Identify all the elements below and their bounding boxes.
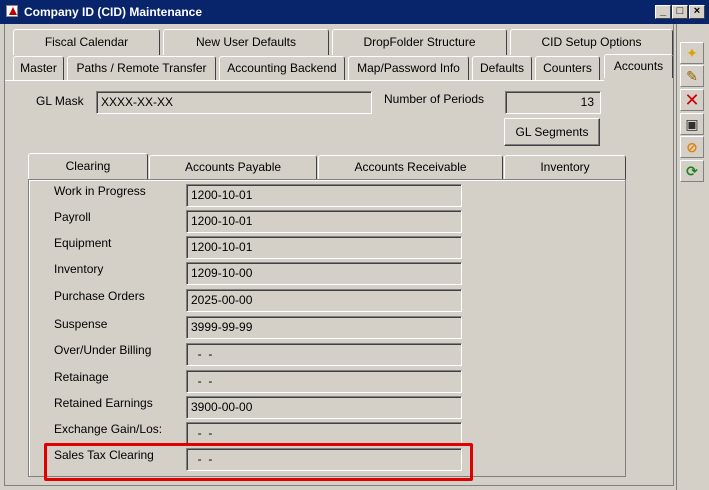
tab-clearing[interactable]: Clearing <box>28 153 148 181</box>
clearing-label: Equipment <box>54 236 112 250</box>
inventory-field[interactable]: 1209-10-00 <box>186 262 462 285</box>
edit-icon: ✎ <box>686 68 698 84</box>
over-under-billing-field[interactable]: - - <box>186 343 462 366</box>
clearing-label: Payroll <box>54 210 91 224</box>
retained-earnings-field[interactable]: 3900-00-00 <box>186 396 462 419</box>
tab-accounts-payable[interactable]: Accounts Payable <box>149 155 317 179</box>
tab-dropfolder-structure[interactable]: DropFolder Structure <box>332 29 507 55</box>
purchase-orders-field[interactable]: 2025-00-00 <box>186 289 462 312</box>
tab-map-password-info[interactable]: Map/Password Info <box>348 56 469 80</box>
clearing-label: Work in Progress <box>54 184 146 198</box>
delete-button[interactable]: ✕ <box>680 89 704 111</box>
maximize-button[interactable]: □ <box>672 5 688 19</box>
tab-inventory[interactable]: Inventory <box>504 155 626 179</box>
suspense-field[interactable]: 3999-99-99 <box>186 316 462 339</box>
gl-mask-label: GL Mask <box>36 94 84 108</box>
tab-accounts-receivable[interactable]: Accounts Receivable <box>318 155 503 179</box>
clearing-label: Purchase Orders <box>54 289 145 303</box>
work-in-progress-field[interactable]: 1200-10-01 <box>186 184 462 207</box>
gl-segments-button[interactable]: GL Segments <box>504 118 600 146</box>
close-button[interactable]: × <box>689 5 705 19</box>
clearing-label: Suspense <box>54 317 108 331</box>
clearing-label: Retained Earnings <box>54 396 153 410</box>
tab-divider <box>5 80 604 81</box>
number-of-periods-label: Number of Periods <box>384 92 485 106</box>
tab-counters[interactable]: Counters <box>535 56 600 80</box>
tab-fiscal-calendar[interactable]: Fiscal Calendar <box>13 29 160 55</box>
refresh-button[interactable]: ⟳ <box>680 160 704 182</box>
new-record-icon: ✦ <box>686 45 698 61</box>
save-button[interactable]: ▣ <box>680 113 704 135</box>
minimize-button[interactable]: _ <box>655 5 671 19</box>
number-of-periods-field[interactable]: 13 <box>505 91 601 114</box>
tab-new-user-defaults[interactable]: New User Defaults <box>163 29 329 55</box>
clearing-label: Exchange Gain/Los: <box>54 422 163 436</box>
window-title: Company ID (CID) Maintenance <box>24 5 203 19</box>
cancel-icon: ⊘ <box>686 139 698 155</box>
tab-cid-setup-options[interactable]: CID Setup Options <box>510 29 673 55</box>
clearing-label: Retainage <box>54 370 109 384</box>
equipment-field[interactable]: 1200-10-01 <box>186 236 462 259</box>
title-bar: Company ID (CID) Maintenance _ □ × <box>0 0 709 24</box>
clearing-label: Over/Under Billing <box>54 343 152 357</box>
payroll-field[interactable]: 1200-10-01 <box>186 210 462 233</box>
clearing-label: Inventory <box>54 262 104 276</box>
tab-master[interactable]: Master <box>13 56 64 80</box>
tab-defaults[interactable]: Defaults <box>472 56 532 80</box>
cancel-button[interactable]: ⊘ <box>680 136 704 158</box>
new-record-button[interactable]: ✦ <box>680 42 704 64</box>
refresh-icon: ⟳ <box>686 163 698 179</box>
tab-paths-remote-transfer[interactable]: Paths / Remote Transfer <box>67 56 216 80</box>
save-icon: ▣ <box>685 116 699 132</box>
highlight-box <box>44 443 473 481</box>
exchange-gain-loss-field[interactable]: - - <box>186 422 462 445</box>
tab-accounts[interactable]: Accounts <box>604 54 673 78</box>
gl-mask-field[interactable]: XXXX-XX-XX <box>96 91 372 114</box>
tab-accounting-backend[interactable]: Accounting Backend <box>219 56 345 80</box>
retainage-field[interactable]: - - <box>186 370 462 393</box>
app-logo-icon <box>6 5 18 17</box>
edit-button[interactable]: ✎ <box>680 65 704 87</box>
delete-icon: ✕ <box>684 90 700 110</box>
